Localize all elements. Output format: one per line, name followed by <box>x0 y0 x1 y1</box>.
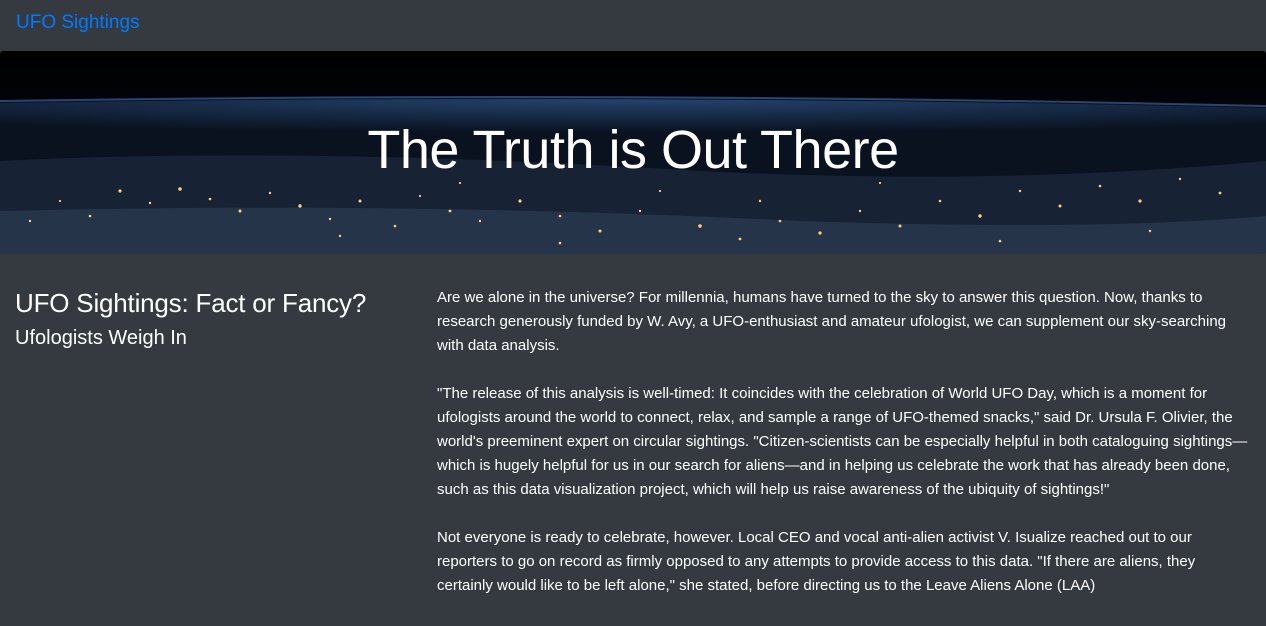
hero-jumbotron: The Truth is Out There <box>0 51 1266 254</box>
hero-title: The Truth is Out There <box>367 120 899 180</box>
article-subtitle: Ufologists Weigh In <box>15 327 187 349</box>
article-paragraph: Not everyone is ready to celebrate, howe… <box>437 529 1196 594</box>
article-title: UFO Sightings: Fact or Fancy? <box>15 288 367 318</box>
navbar-brand-link[interactable]: UFO Sightings <box>16 10 140 36</box>
navbar: UFO Sightings <box>0 0 1266 51</box>
article-heading: UFO Sightings: Fact or Fancy? Ufologists… <box>15 285 415 355</box>
article-paragraph: "The release of this analysis is well-ti… <box>437 385 1248 498</box>
article-paragraph: Are we alone in the universe? For millen… <box>437 289 1227 354</box>
article-body: Are we alone in the universe? For millen… <box>437 286 1252 622</box>
